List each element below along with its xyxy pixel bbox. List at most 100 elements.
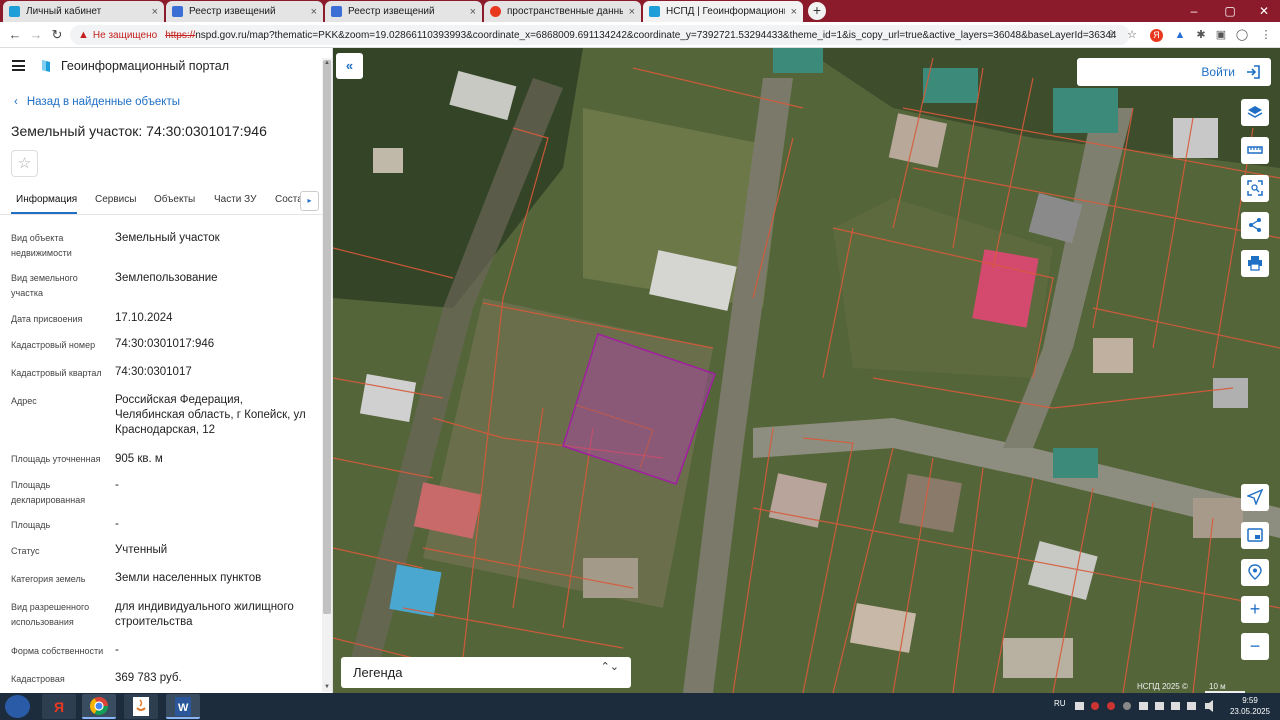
back-arrow-icon[interactable]: ← [6, 26, 24, 44]
close-icon[interactable]: × [152, 6, 158, 18]
attr-value: 74:30:0301017 [115, 366, 192, 378]
nspd-favicon-icon [649, 6, 660, 17]
reload-icon[interactable]: ↻ [48, 26, 66, 44]
system-tray-icons [1075, 700, 1213, 712]
close-window-icon[interactable]: ✕ [1254, 2, 1274, 20]
share-button[interactable] [1241, 212, 1269, 239]
scroll-up-icon[interactable]: ▲ [322, 58, 332, 68]
puzzle-extensions-icon[interactable]: ✱ [1193, 27, 1209, 43]
tab-nspd-active[interactable]: НСПД | Геоинформационный п × [643, 1, 803, 22]
gosuslugi-favicon-icon [9, 6, 20, 17]
attr-value: для индивидуального жилищного строительс… [115, 601, 294, 628]
wifi-icon[interactable] [1187, 702, 1196, 710]
address-bar[interactable]: ▲ Не защищено https:// nspd.gov.ru/map?t… [70, 25, 1130, 45]
extension-icon[interactable]: ▲ [1172, 27, 1188, 43]
select-area-icon [1247, 180, 1263, 196]
print-button[interactable] [1241, 250, 1269, 277]
collapse-panel-button[interactable]: « [336, 53, 363, 79]
clock[interactable]: 9:59 23.05.2025 [1226, 695, 1274, 717]
geolocation-button[interactable] [1241, 559, 1269, 586]
tab-personal-account[interactable]: Личный кабинет × [3, 1, 164, 22]
clock-time: 9:59 [1242, 696, 1258, 705]
tray-app-icon[interactable] [1139, 702, 1148, 710]
measure-button[interactable] [1241, 137, 1269, 164]
attr-label: Адрес [11, 396, 37, 406]
layers-button[interactable] [1241, 99, 1269, 126]
map-canvas[interactable]: « Войти + − Легенда ⌃⌄ НСПД 2025 © 10 м [333, 48, 1280, 693]
minimize-icon[interactable]: – [1184, 2, 1204, 20]
chrome-taskbar-icon[interactable] [82, 694, 116, 719]
network-icon[interactable] [1075, 702, 1084, 710]
close-icon[interactable]: × [791, 6, 797, 18]
attr-label: Форма собственности [11, 646, 104, 656]
tray-app-icon[interactable] [1123, 702, 1131, 710]
menu-dots-icon[interactable]: ⋮ [1258, 27, 1274, 43]
java-taskbar-icon[interactable] [124, 694, 158, 719]
windows-start-icon[interactable] [5, 695, 30, 718]
tab-label: Реестр извещений [189, 6, 276, 17]
close-icon[interactable]: × [311, 6, 317, 18]
svg-text:W: W [178, 702, 189, 714]
minimap-button[interactable] [1241, 522, 1269, 549]
attr-value: Российская Федерация, Челябинская област… [115, 394, 306, 436]
legend-label: Легенда [353, 665, 403, 680]
forward-arrow-icon[interactable]: → [27, 26, 45, 44]
scrollbar-thumb[interactable] [323, 60, 331, 614]
bookmark-star-icon[interactable]: ☆ [1124, 27, 1140, 43]
select-area-button[interactable] [1241, 175, 1269, 202]
legend-dropdown[interactable]: Легенда ⌃⌄ [341, 657, 631, 688]
close-icon[interactable]: × [629, 6, 635, 18]
tab-notice-registry-2[interactable]: Реестр извещений × [325, 1, 482, 22]
attr-label: Кадастровый номер [11, 340, 96, 350]
tray-app-icon[interactable] [1155, 702, 1164, 710]
tray-app-icon[interactable] [1091, 702, 1099, 710]
zoom-in-button[interactable]: + [1241, 596, 1269, 623]
back-link-label: Назад в найденные объекты [26, 96, 181, 108]
attr-value: Земли населенных пунктов [115, 572, 262, 584]
new-tab-button[interactable]: + [808, 2, 826, 20]
maximize-icon[interactable]: ▢ [1220, 2, 1240, 20]
navigation-arrow-icon [1247, 489, 1263, 505]
hamburger-menu-icon[interactable] [12, 60, 25, 71]
login-icon [1247, 65, 1260, 79]
yandex-favicon-icon [490, 6, 501, 17]
attr-value: - [115, 479, 119, 491]
close-icon[interactable]: × [470, 6, 476, 18]
tray-app-icon[interactable] [1107, 702, 1115, 710]
yandex-extension-icon[interactable]: Я [1150, 29, 1163, 42]
share-icon [1249, 218, 1261, 232]
profile-avatar-icon[interactable]: ◯ [1234, 27, 1250, 43]
tab-objects[interactable]: Объекты [154, 194, 195, 205]
attr-value: 74:30:0301017:946 [115, 338, 215, 350]
login-button[interactable]: Войти [1077, 58, 1271, 86]
satellite-imagery [333, 48, 1280, 693]
word-taskbar-icon[interactable]: W [166, 694, 200, 719]
tab-spatial-data-search[interactable]: пространственные данные рос × [484, 1, 641, 22]
object-title: Земельный участок: 74:30:0301017:946 [11, 123, 267, 139]
screen: Личный кабинет × Реестр извещений × Реес… [0, 0, 1280, 720]
yandex-browser-taskbar-icon[interactable]: Я [42, 694, 76, 719]
layers-icon [1247, 106, 1263, 118]
tab-information[interactable]: Информация [16, 194, 77, 205]
scroll-down-icon[interactable]: ▼ [322, 682, 332, 692]
favorite-star-icon[interactable]: ☆ [11, 150, 38, 177]
back-to-results-link[interactable]: ‹ Назад в найденные объекты [14, 96, 180, 108]
scale-label: 10 м [1209, 682, 1226, 691]
tab-notice-registry[interactable]: Реестр извещений × [166, 1, 323, 22]
portal-title: Геоинформационный портал [61, 59, 230, 73]
zoom-out-button[interactable]: − [1241, 633, 1269, 660]
speaker-icon[interactable] [1205, 700, 1213, 712]
tab-services[interactable]: Сервисы [95, 194, 136, 205]
side-panel-icon[interactable]: ▣ [1213, 27, 1229, 43]
locate-button[interactable] [1241, 484, 1269, 511]
geolocation-icon [1248, 564, 1262, 580]
login-label: Войти [1201, 65, 1235, 79]
svg-text:Я: Я [54, 699, 64, 715]
tab-composition[interactable]: Состав [275, 194, 300, 205]
tabs-scroll-right-icon[interactable]: ▸ [300, 191, 319, 211]
attr-label: Статус [11, 546, 40, 556]
share-icon[interactable]: ⇪ [1103, 27, 1119, 43]
language-indicator[interactable]: RU [1054, 699, 1066, 708]
battery-icon[interactable] [1171, 702, 1180, 710]
tab-parts[interactable]: Части ЗУ [214, 194, 256, 205]
